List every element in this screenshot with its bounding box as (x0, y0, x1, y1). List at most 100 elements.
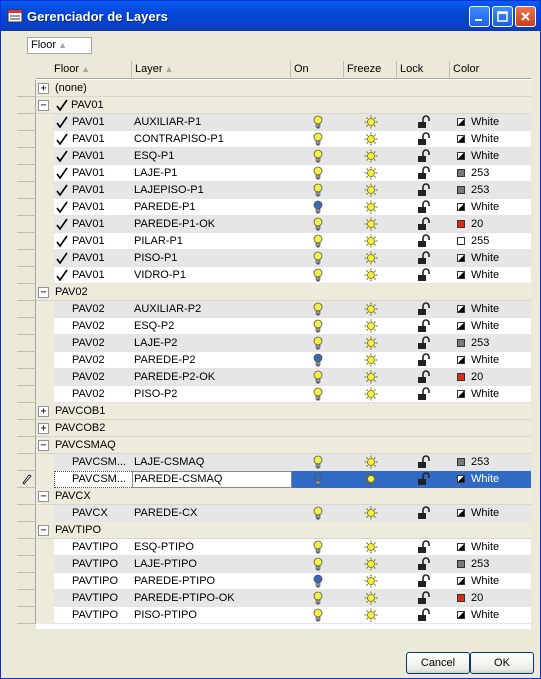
layer-row[interactable]: PAV02 LAJE-P2 253 (17, 335, 531, 352)
on-toggle[interactable] (312, 115, 326, 131)
layer-row[interactable]: PAV01 LAJEPISO-P1 253 (17, 182, 531, 199)
color-cell[interactable]: White (457, 386, 537, 402)
lock-toggle[interactable] (417, 115, 431, 131)
collapse-toggle[interactable]: − (38, 525, 49, 536)
group-row[interactable]: + (none) (17, 80, 531, 97)
collapse-toggle[interactable]: − (38, 287, 49, 298)
on-toggle[interactable] (312, 234, 326, 250)
freeze-toggle[interactable] (364, 506, 378, 522)
lock-toggle[interactable] (417, 268, 431, 284)
row-selector[interactable] (17, 250, 36, 267)
freeze-toggle[interactable] (364, 251, 378, 267)
color-cell[interactable]: White (457, 267, 537, 283)
on-toggle[interactable] (312, 574, 326, 590)
on-toggle[interactable] (312, 132, 326, 148)
lock-toggle[interactable] (417, 370, 431, 386)
lock-toggle[interactable] (417, 591, 431, 607)
freeze-toggle[interactable] (364, 115, 378, 131)
row-selector[interactable] (17, 352, 36, 369)
layer-row[interactable]: PAV01 CONTRAPISO-P1 White (17, 131, 531, 148)
expand-toggle[interactable]: + (38, 406, 49, 417)
row-selector[interactable] (17, 386, 36, 403)
lock-toggle[interactable] (417, 608, 431, 624)
group-row[interactable]: + PAVCOB2 (17, 420, 531, 437)
row-selector[interactable] (17, 369, 36, 386)
color-cell[interactable]: White (457, 318, 537, 334)
header-color[interactable]: Color (450, 61, 531, 79)
freeze-toggle[interactable] (364, 574, 378, 590)
row-selector[interactable] (17, 267, 36, 284)
freeze-toggle[interactable] (364, 166, 378, 182)
layer-row[interactable]: PAV01 PAREDE-P1-OK 20 (17, 216, 531, 233)
on-toggle[interactable] (312, 540, 326, 556)
lock-toggle[interactable] (417, 336, 431, 352)
color-cell[interactable]: 255 (457, 233, 537, 249)
row-selector[interactable] (17, 403, 36, 420)
lock-toggle[interactable] (417, 149, 431, 165)
lock-toggle[interactable] (417, 183, 431, 199)
color-cell[interactable]: White (457, 114, 537, 130)
cancel-button[interactable]: Cancel (406, 652, 470, 674)
on-toggle[interactable] (312, 370, 326, 386)
close-button[interactable] (515, 6, 536, 27)
on-toggle[interactable] (312, 268, 326, 284)
color-cell[interactable]: White (457, 607, 537, 623)
layer-row[interactable]: PAVTIPO LAJE-PTIPO 253 (17, 556, 531, 573)
row-selector[interactable] (17, 590, 36, 607)
layer-row[interactable]: PAV01 LAJE-P1 253 (17, 165, 531, 182)
freeze-toggle[interactable] (364, 336, 378, 352)
freeze-toggle[interactable] (364, 455, 378, 471)
ok-button[interactable]: OK (470, 652, 534, 674)
lock-toggle[interactable] (417, 302, 431, 318)
on-toggle[interactable] (312, 149, 326, 165)
row-selector[interactable] (17, 318, 36, 335)
lock-toggle[interactable] (417, 319, 431, 335)
collapse-toggle[interactable]: − (38, 491, 49, 502)
on-toggle[interactable] (312, 319, 326, 335)
row-selector[interactable] (17, 148, 36, 165)
on-toggle[interactable] (312, 387, 326, 403)
maximize-button[interactable] (492, 6, 513, 27)
freeze-toggle[interactable] (364, 200, 378, 216)
freeze-toggle[interactable] (364, 591, 378, 607)
color-cell[interactable]: White (457, 505, 537, 521)
color-cell[interactable]: 20 (457, 590, 537, 606)
freeze-toggle[interactable] (364, 132, 378, 148)
lock-toggle[interactable] (417, 387, 431, 403)
layer-row[interactable]: PAV01 PAREDE-P1 White (17, 199, 531, 216)
freeze-toggle[interactable] (364, 472, 378, 488)
layer-row[interactable]: PAV02 PAREDE-P2 White (17, 352, 531, 369)
header-lock[interactable]: Lock (397, 61, 450, 79)
freeze-toggle[interactable] (364, 319, 378, 335)
minimize-button[interactable] (469, 6, 490, 27)
expand-toggle[interactable]: + (38, 423, 49, 434)
color-cell[interactable]: 253 (457, 182, 537, 198)
freeze-toggle[interactable] (364, 149, 378, 165)
freeze-toggle[interactable] (364, 183, 378, 199)
layer-row[interactable]: PAVTIPO PAREDE-PTIPO White (17, 573, 531, 590)
layer-row[interactable]: PAV01 VIDRO-P1 White (17, 267, 531, 284)
row-selector[interactable] (17, 505, 36, 522)
color-cell[interactable]: White (457, 250, 537, 266)
row-selector[interactable] (17, 607, 36, 624)
lock-toggle[interactable] (417, 251, 431, 267)
layer-row[interactable]: PAV02 ESQ-P2 White (17, 318, 531, 335)
color-cell[interactable]: White (457, 352, 537, 368)
color-cell[interactable]: 253 (457, 454, 537, 470)
group-row[interactable]: − PAV01 (17, 97, 531, 114)
lock-toggle[interactable] (417, 472, 431, 488)
layer-row[interactable]: PAV01 PILAR-P1 255 (17, 233, 531, 250)
color-cell[interactable]: White (457, 148, 537, 164)
on-toggle[interactable] (312, 302, 326, 318)
layer-row[interactable]: PAVTIPO PAREDE-PTIPO-OK 20 (17, 590, 531, 607)
on-toggle[interactable] (312, 353, 326, 369)
row-selector[interactable] (17, 284, 36, 301)
header-on[interactable]: On (291, 61, 344, 79)
row-selector[interactable] (17, 233, 36, 250)
color-cell[interactable]: White (457, 539, 537, 555)
on-toggle[interactable] (312, 166, 326, 182)
on-toggle[interactable] (312, 506, 326, 522)
row-selector[interactable] (17, 420, 36, 437)
collapse-toggle[interactable]: − (38, 100, 49, 111)
freeze-toggle[interactable] (364, 608, 378, 624)
